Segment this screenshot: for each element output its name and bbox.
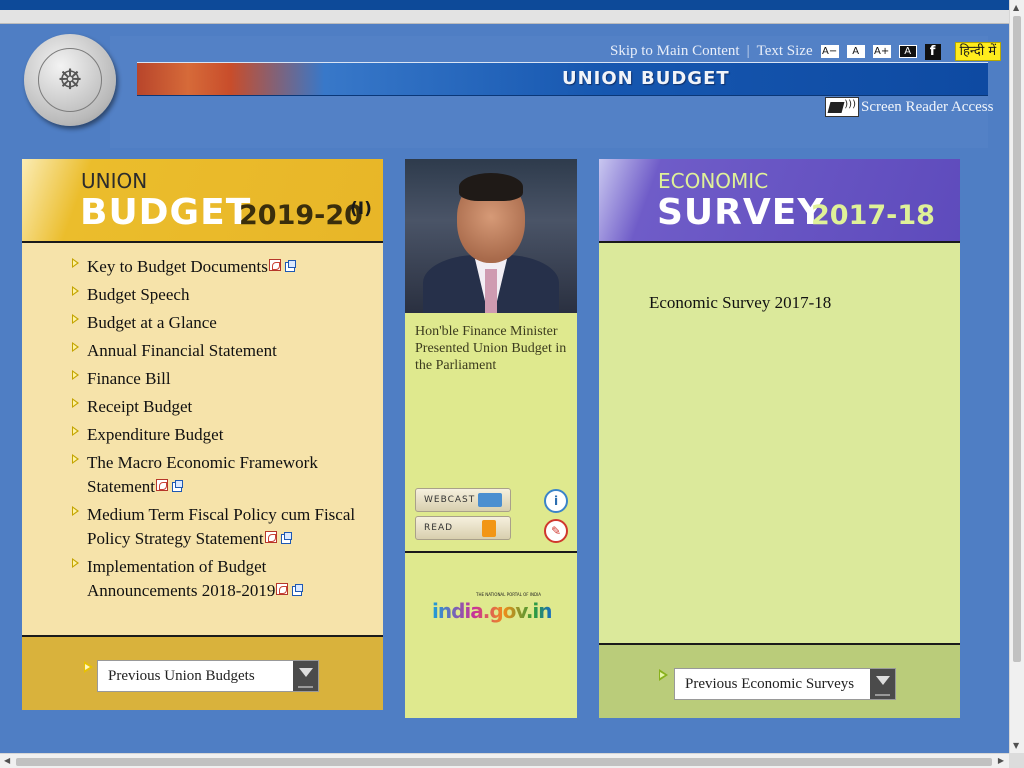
- chevron-down-icon[interactable]: [870, 669, 895, 699]
- annual-financial-statement-link[interactable]: Annual Financial Statement: [87, 341, 277, 360]
- macro-economic-framework-link[interactable]: The Macro Economic Framework Statement: [87, 453, 318, 496]
- browser-sub-bar: [0, 10, 1009, 24]
- pdf-icon[interactable]: [155, 479, 168, 491]
- screen-reader-icon: [825, 97, 859, 117]
- webcast-label: WEBCAST: [424, 495, 476, 505]
- chevron-down-icon[interactable]: [293, 661, 318, 691]
- facebook-icon[interactable]: f: [924, 43, 941, 60]
- pdf-icon[interactable]: [276, 583, 289, 595]
- screen-reader-access-link[interactable]: Screen Reader Access: [825, 97, 993, 117]
- union-budget-footer: Previous Union Budgets: [22, 635, 383, 710]
- hindi-language-link[interactable]: हिन्दी में: [954, 42, 1002, 61]
- survey-label: SURVEY: [657, 192, 825, 233]
- previous-union-budgets-value: Previous Union Budgets: [108, 668, 255, 684]
- scrollbar-thumb[interactable]: [16, 758, 992, 766]
- scroll-left-icon[interactable]: ◀: [4, 756, 10, 765]
- external-link-icon[interactable]: [171, 480, 183, 492]
- browser-top-bar: [0, 0, 1009, 10]
- previous-economic-surveys-select[interactable]: Previous Economic Surveys: [674, 668, 896, 700]
- separator: |: [746, 43, 750, 59]
- economic-survey-link[interactable]: Economic Survey 2017-18: [649, 293, 831, 313]
- list-item[interactable]: Key to Budget Documents: [72, 255, 372, 279]
- utility-bar: Skip to Main Content | Text Size A− A A+…: [610, 42, 1002, 61]
- list-item[interactable]: Annual Financial Statement: [72, 339, 372, 363]
- scrollbar-corner: [1009, 753, 1024, 768]
- key-to-budget-documents-link[interactable]: Key to Budget Documents: [87, 257, 268, 276]
- economic-survey-panel: ECONOMIC SURVEY 2017-18 Economic Survey …: [599, 159, 960, 718]
- minister-caption: Hon'ble Finance Minister Presented Union…: [415, 324, 567, 373]
- external-link-icon[interactable]: [280, 532, 292, 544]
- scrollbar-thumb[interactable]: [1013, 16, 1021, 662]
- bullet-arrow-icon: [84, 661, 93, 673]
- union-label: UNION: [81, 169, 148, 193]
- text-size-increase-button[interactable]: A+: [872, 45, 891, 58]
- screen-reader-label: Screen Reader Access: [861, 98, 994, 115]
- scroll-down-icon[interactable]: ▼: [1013, 741, 1019, 750]
- text-size-decrease-button[interactable]: A−: [820, 45, 839, 58]
- emblem-lion-icon: ☸: [38, 48, 102, 112]
- list-item[interactable]: Medium Term Fiscal Policy cum Fiscal Pol…: [72, 503, 372, 551]
- pdf-icon[interactable]: [264, 531, 277, 543]
- india-portal-name: india.gov.in: [432, 599, 553, 623]
- ministry-emblem-logo[interactable]: ☸: [24, 34, 116, 126]
- list-item[interactable]: Finance Bill: [72, 367, 372, 391]
- skip-to-main-link[interactable]: Skip to Main Content: [610, 43, 740, 60]
- pdf-icon[interactable]: [268, 259, 281, 271]
- list-item[interactable]: The Macro Economic Framework Statement: [72, 451, 372, 499]
- finance-minister-panel: Hon'ble Finance Minister Presented Union…: [405, 159, 577, 718]
- survey-year: 2017-18: [811, 200, 935, 231]
- list-item[interactable]: Budget Speech: [72, 283, 372, 307]
- union-budget-panel: UNION BUDGET 2019-20 (I) Key to Budget D…: [22, 159, 383, 710]
- previous-union-budgets-select[interactable]: Previous Union Budgets: [97, 660, 319, 692]
- high-contrast-button[interactable]: A: [898, 45, 917, 58]
- list-item[interactable]: Budget at a Glance: [72, 311, 372, 335]
- webcast-button[interactable]: WEBCAST: [415, 488, 511, 512]
- finance-minister-photo: [405, 159, 577, 313]
- finance-bill-link[interactable]: Finance Bill: [87, 369, 171, 388]
- medium-term-fiscal-policy-link[interactable]: Medium Term Fiscal Policy cum Fiscal Pol…: [87, 505, 355, 548]
- document-icon: [482, 520, 496, 537]
- budget-at-a-glance-link[interactable]: Budget at a Glance: [87, 313, 217, 332]
- india-portal-tagline: THE NATIONAL PORTAL OF INDIA: [476, 592, 541, 597]
- list-item[interactable]: Receipt Budget: [72, 395, 372, 419]
- banner-title: UNION BUDGET: [562, 68, 730, 89]
- implementation-of-budget-announcements-link[interactable]: Implementation of Budget Announcements 2…: [87, 557, 275, 600]
- expenditure-budget-link[interactable]: Expenditure Budget: [87, 425, 223, 444]
- india-gov-in-logo[interactable]: THE NATIONAL PORTAL OF INDIA india.gov.i…: [432, 592, 553, 623]
- scroll-right-icon[interactable]: ▶: [998, 756, 1004, 765]
- budget-speech-link[interactable]: Budget Speech: [87, 285, 189, 304]
- external-link-icon[interactable]: [284, 260, 296, 272]
- economic-survey-header: ECONOMIC SURVEY 2017-18: [599, 159, 960, 243]
- budget-suffix: (I): [350, 199, 372, 219]
- external-link-icon[interactable]: [292, 584, 304, 596]
- bullet-arrow-icon: [659, 669, 668, 681]
- text-size-label: Text Size: [756, 43, 813, 59]
- read-button[interactable]: READ: [415, 516, 511, 540]
- budget-year: 2019-20: [239, 200, 363, 231]
- vertical-scrollbar[interactable]: ▲ ▼: [1009, 0, 1024, 753]
- budget-label: BUDGET: [80, 192, 252, 233]
- economic-survey-footer: Previous Economic Surveys: [599, 643, 960, 718]
- info-icon[interactable]: i: [544, 489, 568, 513]
- pen-icon[interactable]: ✎: [544, 519, 568, 543]
- horizontal-scrollbar[interactable]: ◀ ▶: [0, 753, 1024, 768]
- union-budget-header: UNION BUDGET 2019-20 (I): [22, 159, 383, 243]
- text-size-normal-button[interactable]: A: [846, 45, 865, 58]
- list-item[interactable]: Implementation of Budget Announcements 2…: [72, 555, 372, 603]
- previous-economic-surveys-value: Previous Economic Surveys: [685, 676, 855, 692]
- photo-hair: [459, 173, 523, 201]
- scroll-up-icon[interactable]: ▲: [1013, 3, 1019, 12]
- budget-documents-list: Key to Budget Documents Budget Speech Bu…: [72, 255, 372, 607]
- webcast-icon: [478, 493, 502, 507]
- divider: [405, 551, 577, 553]
- list-item[interactable]: Expenditure Budget: [72, 423, 372, 447]
- read-label: READ: [424, 523, 454, 533]
- economic-label: ECONOMIC: [658, 169, 769, 193]
- photo-tie: [485, 269, 497, 313]
- receipt-budget-link[interactable]: Receipt Budget: [87, 397, 192, 416]
